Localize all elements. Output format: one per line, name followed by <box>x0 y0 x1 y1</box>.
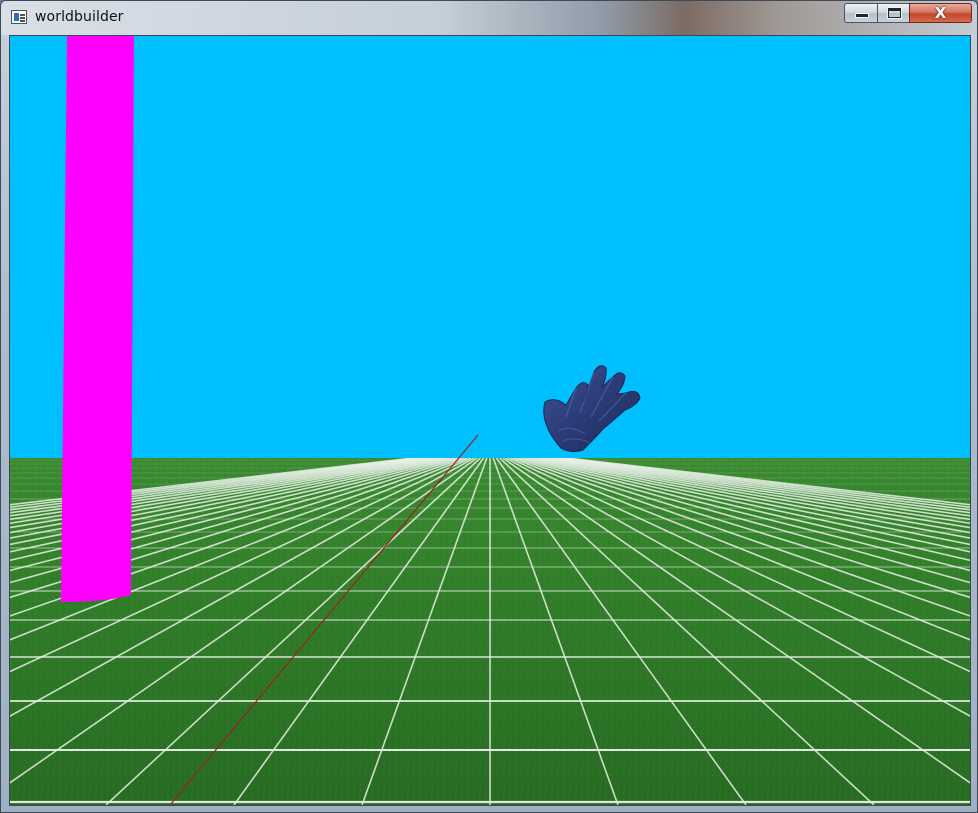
3d-viewport[interactable] <box>10 36 970 805</box>
close-button[interactable]: X <box>909 3 972 23</box>
app-window-icon[interactable] <box>11 10 27 24</box>
minimize-button[interactable] <box>844 3 878 23</box>
maximize-icon <box>888 8 901 18</box>
minimize-icon <box>856 14 868 17</box>
3d-viewport-frame[interactable] <box>9 35 971 806</box>
title-bar[interactable]: worldbuilder X <box>1 1 977 35</box>
close-icon: X <box>934 4 947 22</box>
window-title: worldbuilder <box>35 9 124 25</box>
maximize-button[interactable] <box>877 3 910 23</box>
magenta-pillar <box>61 36 134 602</box>
app-window: worldbuilder X <box>0 0 978 813</box>
sky <box>10 36 970 458</box>
